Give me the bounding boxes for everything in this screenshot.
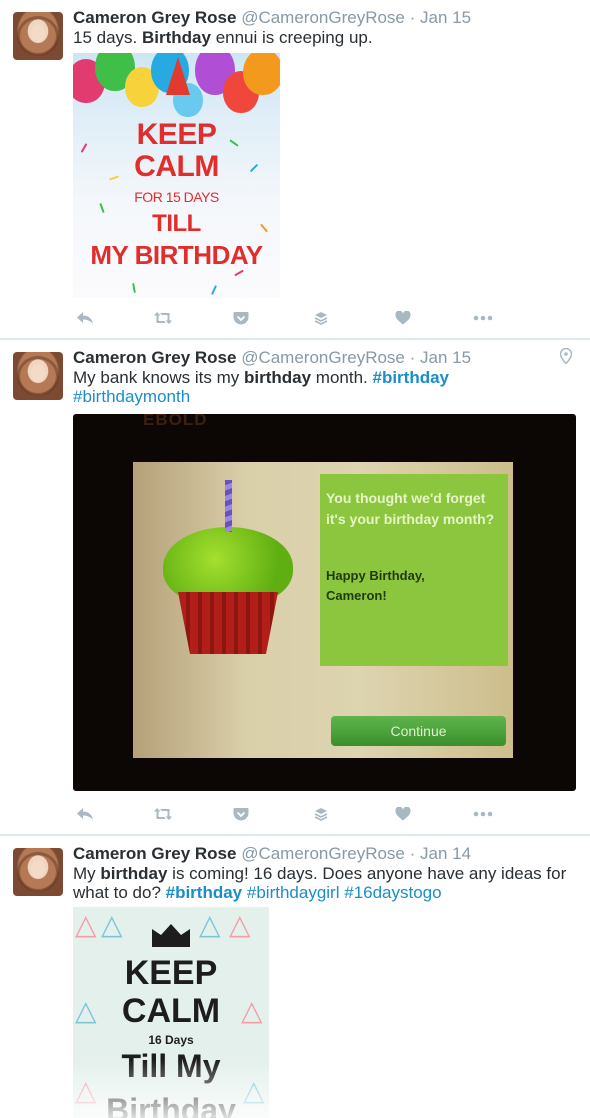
text-part: My	[73, 864, 101, 883]
text-part: My bank knows its my	[73, 368, 244, 387]
author-handle[interactable]: @CameronGreyRose	[241, 8, 405, 27]
like-icon[interactable]	[391, 802, 415, 826]
hashtag-link[interactable]: #birthday	[372, 368, 449, 387]
author-name[interactable]: Cameron Grey Rose	[73, 8, 236, 27]
poster-line-calm: CALM	[134, 150, 219, 183]
author-name[interactable]: Cameron Grey Rose	[73, 348, 236, 367]
hashtag-link[interactable]: #16daystogo	[344, 883, 441, 902]
poster-line-birthday: MY BIRTHDAY	[90, 240, 263, 270]
text-part: month.	[311, 368, 373, 387]
tweet-text: My bank knows its my birthday month. #bi…	[73, 368, 578, 406]
poster-line-days: 16 Days	[148, 1033, 194, 1047]
avatar[interactable]	[13, 848, 63, 896]
tweet-image[interactable]: △ △ △ △ △ △ △ △ KEEP CALM 16 Days Till M…	[73, 907, 269, 1118]
tweet-actions	[73, 802, 573, 826]
retweet-icon[interactable]	[151, 802, 175, 826]
author-name[interactable]: Cameron Grey Rose	[73, 844, 236, 863]
atm-greeting-line1: Happy Birthday,	[326, 568, 425, 583]
text-part: ennui is creeping up.	[210, 28, 373, 47]
poster-line-till: TILL	[152, 210, 201, 237]
pocket-icon[interactable]	[229, 802, 253, 826]
text-highlight: Birthday	[142, 28, 211, 47]
poster-line-days: FOR 15 DAYS	[134, 189, 219, 205]
balloon	[243, 53, 280, 95]
pocket-icon[interactable]	[229, 306, 253, 330]
tweet-header: Cameron Grey Rose @CameronGreyRose · Jan…	[73, 8, 471, 28]
confetti	[132, 282, 136, 294]
author-handle[interactable]: @CameronGreyRose	[241, 348, 405, 367]
text-part: 15 days.	[73, 28, 142, 47]
poster-line-till: Till My	[121, 1048, 221, 1084]
party-hat	[166, 57, 190, 95]
poster-line-keep: KEEP	[136, 118, 217, 151]
atm-greeting-line2: Cameron!	[326, 588, 387, 603]
separator-dot: ·	[409, 348, 416, 367]
confetti	[234, 269, 244, 277]
reply-icon[interactable]	[73, 306, 97, 330]
poster-line-keep: KEEP	[124, 954, 218, 992]
poster-line-calm: CALM	[121, 992, 221, 1030]
cupcake-base	[178, 592, 278, 654]
crown-icon	[149, 921, 193, 947]
poster-line-birthday: Birthday	[106, 1092, 236, 1118]
tweet-actions	[73, 306, 573, 330]
confetti	[210, 285, 218, 295]
eiffel-tower-pattern: △	[199, 909, 221, 940]
atm-brand-text: EBOLD	[143, 414, 208, 429]
separator-dot: ·	[409, 8, 416, 27]
tweet-timestamp[interactable]: Jan 15	[420, 8, 471, 27]
more-icon[interactable]	[471, 802, 495, 826]
location-pin-icon[interactable]	[559, 347, 574, 366]
avatar[interactable]	[13, 352, 63, 400]
cupcake-candle	[225, 480, 232, 532]
atm-screen: You thought we'd forget it's your birthd…	[133, 462, 513, 758]
atm-message: You thought we'd forget it's your birthd…	[326, 490, 495, 527]
tweet-image[interactable]: EBOLD You thought we'd forget it's your …	[73, 414, 576, 791]
eiffel-tower-pattern: △	[75, 909, 97, 940]
reply-icon[interactable]	[73, 802, 97, 826]
buffer-icon[interactable]	[309, 306, 333, 330]
hashtag-link[interactable]: #birthday	[166, 883, 243, 902]
tweet-text: 15 days. Birthday ennui is creeping up.	[73, 28, 578, 47]
tweet-image[interactable]: KEEP CALM FOR 15 DAYS TILL MY BIRTHDAY	[73, 53, 280, 298]
tweet-3[interactable]: Cameron Grey Rose @CameronGreyRose · Jan…	[0, 836, 590, 1118]
tweet-text: My birthday is coming! 16 days. Does any…	[73, 864, 578, 902]
hashtag-link[interactable]: #birthdaygirl	[247, 883, 340, 902]
atm-continue-button: Continue	[331, 716, 506, 746]
like-icon[interactable]	[391, 306, 415, 330]
tweet-timestamp[interactable]: Jan 15	[420, 348, 471, 367]
avatar[interactable]	[13, 12, 63, 60]
tweet-1[interactable]: Cameron Grey Rose @CameronGreyRose · Jan…	[0, 0, 590, 340]
text-highlight: birthday	[100, 864, 168, 883]
text-highlight: birthday	[244, 368, 312, 387]
tweet-header: Cameron Grey Rose @CameronGreyRose · Jan…	[73, 348, 471, 368]
author-handle[interactable]: @CameronGreyRose	[241, 844, 405, 863]
eiffel-tower-pattern: △	[101, 909, 123, 940]
tweet-header: Cameron Grey Rose @CameronGreyRose · Jan…	[73, 844, 471, 864]
retweet-icon[interactable]	[151, 306, 175, 330]
hashtag-link[interactable]: #birthdaymonth	[73, 387, 190, 406]
more-icon[interactable]	[471, 306, 495, 330]
tweet-2[interactable]: Cameron Grey Rose @CameronGreyRose · Jan…	[0, 340, 590, 836]
buffer-icon[interactable]	[309, 802, 333, 826]
tweet-timestamp[interactable]: Jan 14	[420, 844, 471, 863]
separator-dot: ·	[409, 844, 416, 863]
eiffel-tower-pattern: △	[229, 909, 251, 940]
